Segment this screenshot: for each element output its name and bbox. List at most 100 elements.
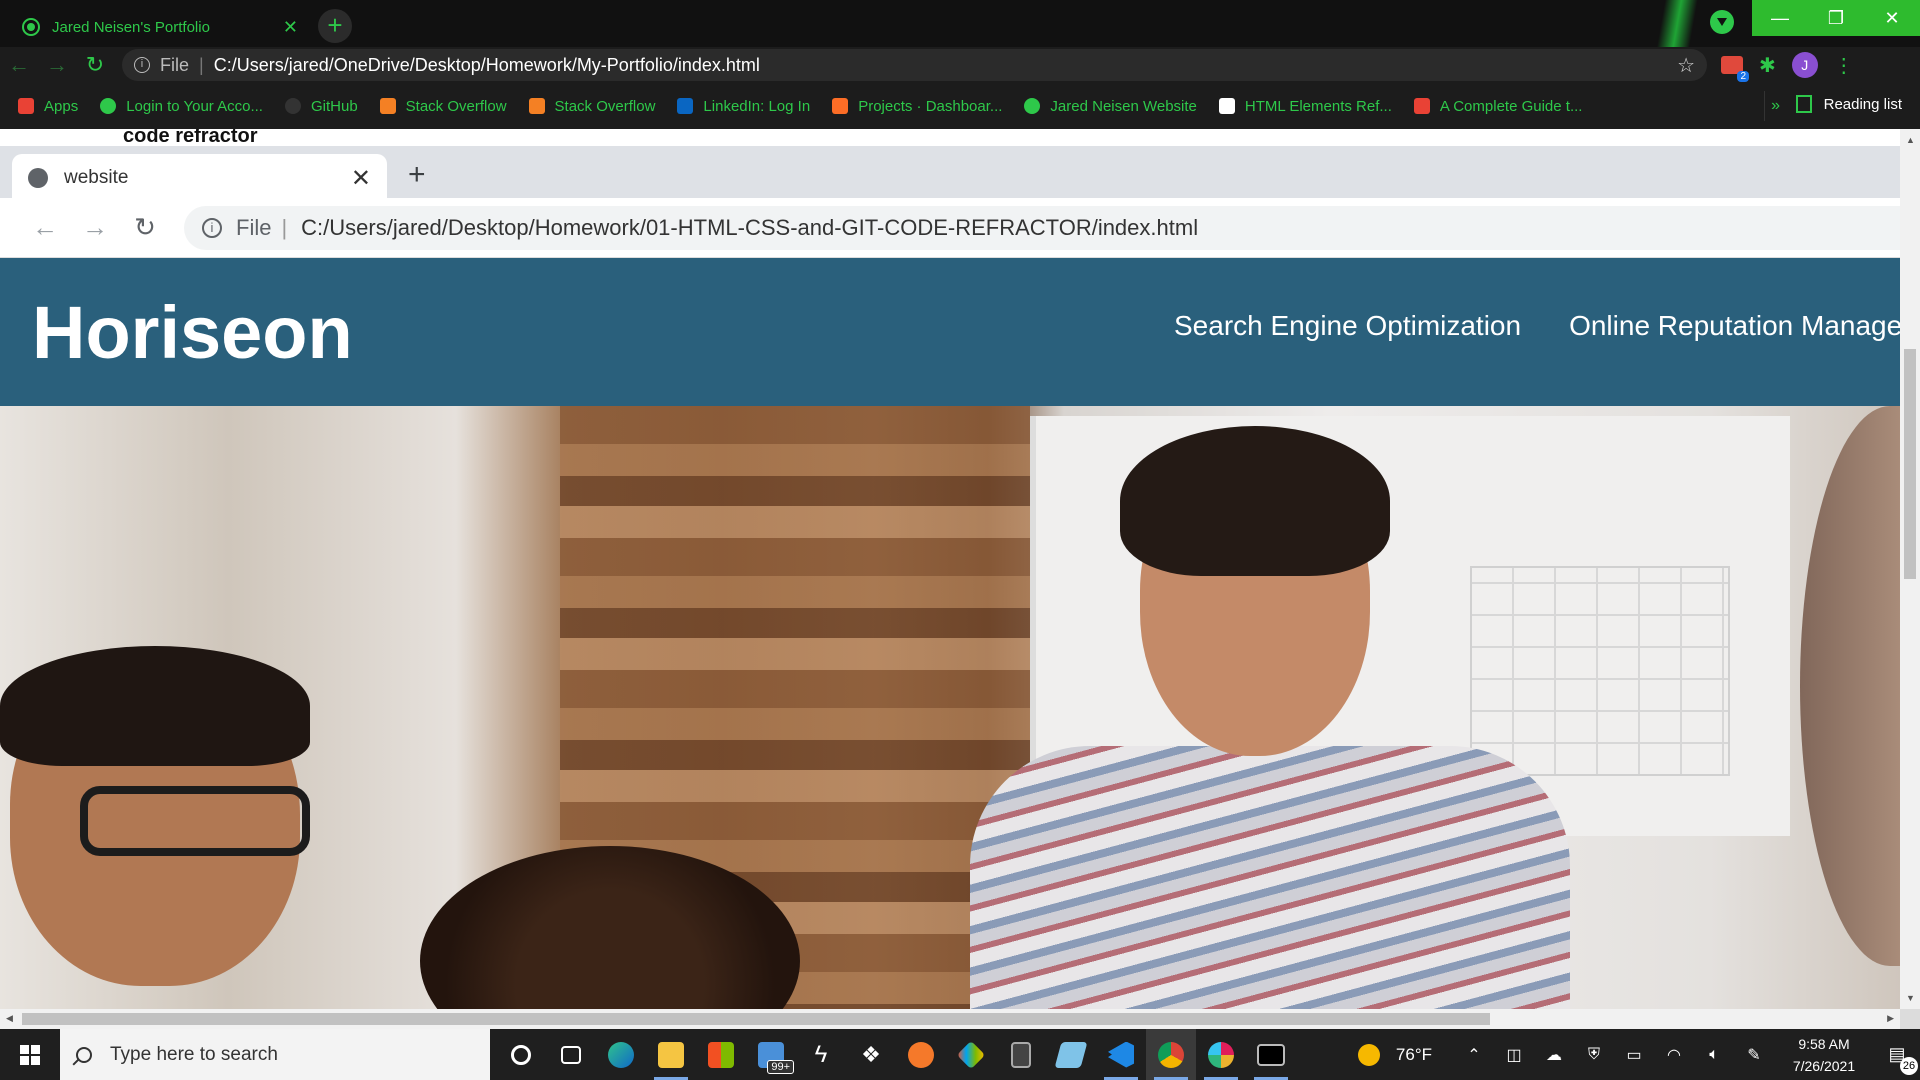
- inner-forward-arrow-icon: →: [82, 212, 108, 242]
- calculator-app[interactable]: [996, 1029, 1046, 1080]
- notes-app[interactable]: [1046, 1029, 1096, 1080]
- curly-hair: [420, 846, 800, 1009]
- bookmark-gitlab[interactable]: Projects · Dashboar...: [832, 98, 1002, 115]
- bookmarks-overflow-icon[interactable]: »: [1771, 97, 1780, 115]
- notification-center-button[interactable]: ▤ 26: [1874, 1044, 1920, 1075]
- stackoverflow-icon: [528, 98, 545, 114]
- bookmark-stackoverflow-1[interactable]: Stack Overflow: [379, 98, 507, 115]
- forward-arrow-icon[interactable]: →: [38, 52, 76, 78]
- outer-tab-close-icon[interactable]: ✕: [283, 17, 298, 38]
- page-viewport: website ✕ + code refractor ← → ↻ i File …: [0, 129, 1900, 1009]
- bookmark-website[interactable]: Jared Neisen Website: [1024, 97, 1197, 115]
- inner-reload-icon: ↻: [134, 212, 156, 242]
- site-logo: Horiseon: [32, 290, 353, 374]
- puzzle-extensions-icon[interactable]: ✱: [1759, 53, 1776, 78]
- git-app[interactable]: [946, 1029, 996, 1080]
- slack-app[interactable]: [1196, 1029, 1246, 1080]
- inner-url-text: C:/Users/jared/Desktop/Homework/01-HTML-…: [301, 214, 1199, 240]
- kebab-menu-icon[interactable]: ⋮: [1834, 53, 1854, 78]
- horizontal-scroll-thumb[interactable]: [22, 1013, 1490, 1025]
- camera-icon[interactable]: ◫: [1494, 1045, 1534, 1065]
- extension-icon[interactable]: 2: [1721, 56, 1749, 82]
- scroll-up-icon[interactable]: ▲: [1906, 135, 1915, 145]
- bookmark-complete-guide[interactable]: A Complete Guide t...: [1413, 98, 1582, 115]
- bookmark-label: Jared Neisen Website: [1050, 97, 1197, 115]
- asterisk-icon: [1413, 98, 1430, 114]
- bookmark-label: Projects · Dashboar...: [858, 97, 1003, 115]
- store-app[interactable]: [696, 1029, 746, 1080]
- person-far-right: [1800, 406, 1900, 966]
- vscode-app[interactable]: [1096, 1029, 1146, 1080]
- brave-app[interactable]: [896, 1029, 946, 1080]
- volume-icon[interactable]: 🔈︎: [1694, 1046, 1734, 1064]
- bookmark-star-icon[interactable]: ☆: [1677, 53, 1695, 78]
- chrome-app[interactable]: [1146, 1029, 1196, 1080]
- person-hair: [1120, 426, 1390, 576]
- file-explorer-app[interactable]: [646, 1029, 696, 1080]
- system-tray: 76°F ⌃ ◫ ☁ ⛨ ▭ ◠ 🔈︎ ✎ 9:58 AM 7/26/2021 …: [1357, 1029, 1920, 1080]
- restore-button[interactable]: ❐: [1808, 0, 1864, 36]
- edge-app[interactable]: [596, 1029, 646, 1080]
- site-info-icon[interactable]: i: [134, 57, 150, 73]
- security-icon[interactable]: ⛨: [1574, 1046, 1614, 1064]
- start-button[interactable]: [0, 1029, 60, 1080]
- outer-new-tab-button[interactable]: +: [318, 9, 352, 43]
- scroll-right-icon[interactable]: ▶: [1887, 1013, 1894, 1024]
- edge-icon: [608, 1041, 634, 1068]
- terminal-app[interactable]: [1246, 1029, 1296, 1080]
- globe-icon: [100, 98, 117, 114]
- inner-back-arrow-icon: ←: [32, 212, 58, 242]
- search-placeholder: Type here to search: [110, 1043, 278, 1065]
- bookmark-stackoverflow-2[interactable]: Stack Overflow: [528, 98, 655, 115]
- bolt-app[interactable]: ϟ: [796, 1029, 846, 1080]
- tab-favicon-icon: [22, 18, 40, 36]
- scroll-left-icon[interactable]: ◀: [6, 1013, 13, 1024]
- outer-toolbar: ← → ↻ i File | C:/Users/jared/OneDrive/D…: [0, 47, 1920, 83]
- stackoverflow-icon: [379, 98, 396, 114]
- striped-shirt: [970, 746, 1570, 1009]
- bookmark-label: GitHub: [310, 97, 358, 115]
- terminal-icon: [1257, 1043, 1285, 1066]
- cortana-button[interactable]: [496, 1029, 546, 1080]
- bookmark-html-elements[interactable]: HTML Elements Ref...: [1218, 98, 1392, 115]
- vertical-scrollbar[interactable]: ▲ ▼: [1900, 129, 1920, 1009]
- bookmark-login[interactable]: Login to Your Acco...: [100, 98, 263, 115]
- globe-icon: [1024, 98, 1041, 114]
- inner-url-separator: |: [281, 214, 288, 240]
- minimize-button[interactable]: —: [1752, 0, 1808, 36]
- outer-address-bar[interactable]: i File | C:/Users/jared/OneDrive/Desktop…: [122, 49, 1707, 81]
- profile-avatar[interactable]: J: [1791, 52, 1818, 78]
- onedrive-icon[interactable]: ☁: [1534, 1045, 1574, 1065]
- outer-tab-portfolio[interactable]: Jared Neisen's Portfolio ✕: [10, 7, 310, 47]
- clock-date: 7/26/2021: [1792, 1057, 1856, 1074]
- chevron-up-icon[interactable]: ⌃: [1454, 1045, 1494, 1065]
- weather-widget[interactable]: 76°F: [1357, 1043, 1432, 1066]
- pen-icon[interactable]: ✎: [1734, 1045, 1774, 1065]
- nav-seo-link: Search Engine Optimization: [1174, 310, 1522, 341]
- back-arrow-icon[interactable]: ←: [0, 52, 38, 78]
- wifi-icon[interactable]: ◠: [1654, 1045, 1694, 1065]
- mail-app[interactable]: 99+: [746, 1029, 796, 1080]
- taskbar-apps: 99+ ϟ ❖: [496, 1029, 1296, 1080]
- reading-list-button[interactable]: Reading list: [1795, 95, 1902, 113]
- outer-tab-title: Jared Neisen's Portfolio: [52, 18, 210, 36]
- vertical-scroll-thumb[interactable]: [1904, 349, 1916, 579]
- bookmark-github[interactable]: GitHub: [284, 97, 358, 115]
- outer-url-text[interactable]: C:/Users/jared/OneDrive/Desktop/Homework…: [214, 55, 760, 76]
- battery-icon[interactable]: ▭: [1614, 1045, 1654, 1065]
- extension-badge: 2: [1737, 71, 1749, 82]
- bookmark-apps[interactable]: Apps: [18, 98, 78, 115]
- taskbar-search[interactable]: Type here to search: [60, 1029, 490, 1080]
- bookmarks-divider: [1764, 91, 1765, 121]
- reload-icon[interactable]: ↻: [76, 52, 114, 78]
- close-window-button[interactable]: ✕: [1864, 0, 1920, 36]
- bookmark-label: LinkedIn: Log In: [703, 97, 811, 115]
- scroll-down-icon[interactable]: ▼: [1906, 993, 1915, 1003]
- weather-temp: 76°F: [1395, 1044, 1432, 1064]
- horizontal-scrollbar[interactable]: ◀ ▶: [0, 1009, 1900, 1029]
- bookmark-linkedin[interactable]: LinkedIn: Log In: [677, 98, 810, 115]
- task-view-button[interactable]: [546, 1029, 596, 1080]
- dropbox-app[interactable]: ❖: [846, 1029, 896, 1080]
- profile-menu-icon[interactable]: [1710, 10, 1734, 34]
- clock[interactable]: 9:58 AM 7/26/2021: [1774, 1033, 1874, 1077]
